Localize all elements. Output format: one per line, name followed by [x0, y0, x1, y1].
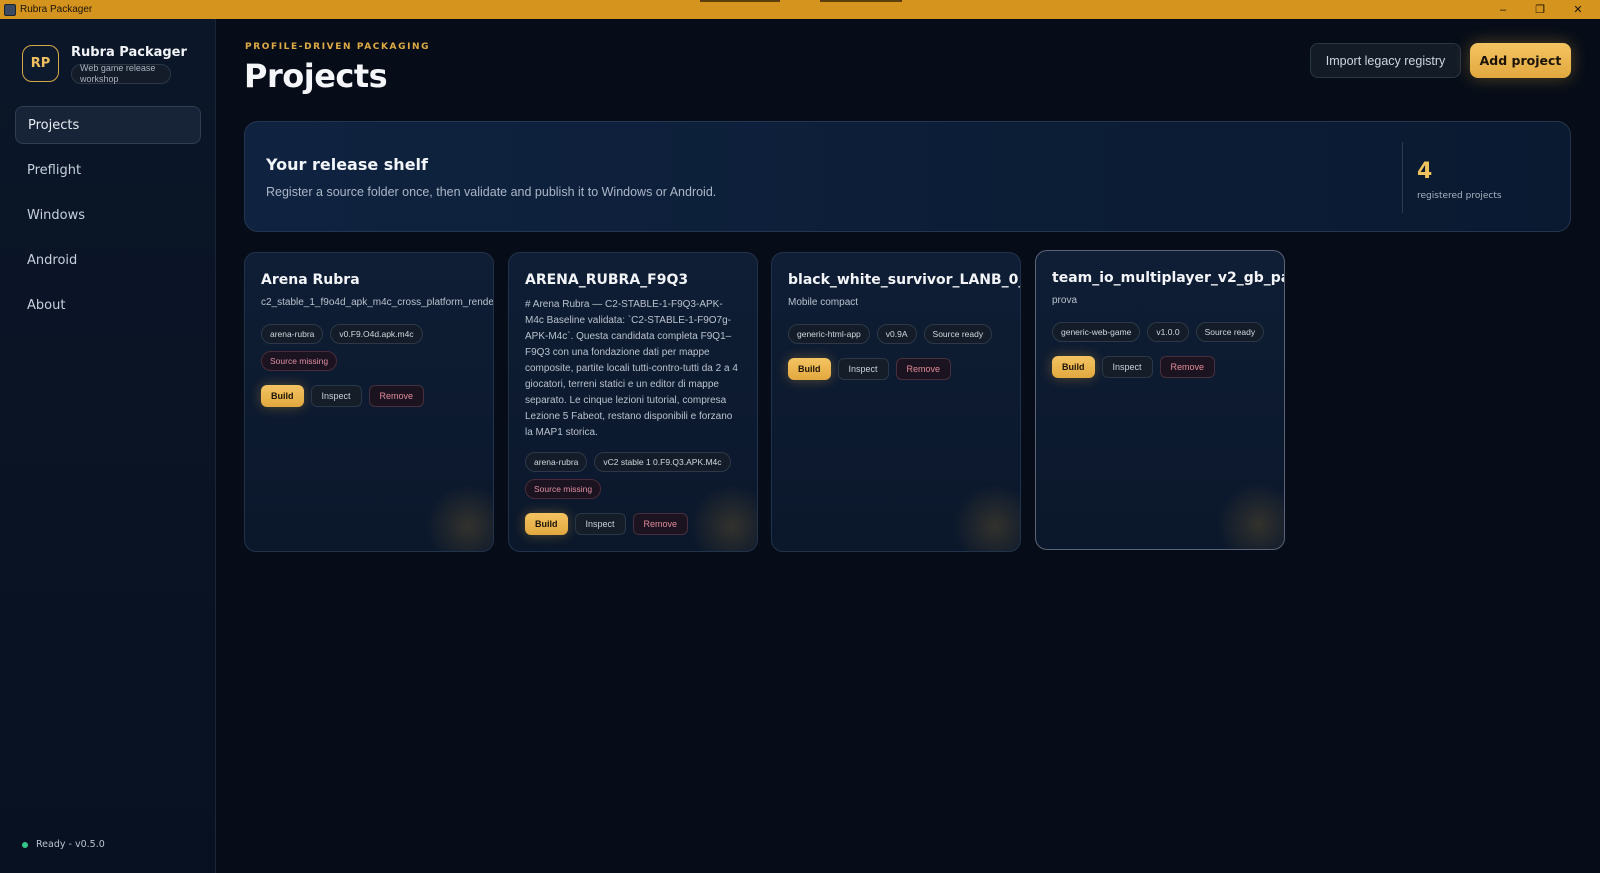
close-icon[interactable]: ✕	[1560, 0, 1596, 19]
project-tags: generic-html-app v0.9A Source ready	[788, 324, 1013, 344]
sidebar-item-projects[interactable]: Projects	[15, 106, 201, 144]
project-tags: arena-rubra v0.F9.O4d.apk.m4c Source mis…	[261, 324, 486, 371]
project-title: team_io_multiplayer_v2_gb_patch	[1052, 270, 1284, 286]
inspect-button[interactable]: Inspect	[574, 513, 626, 535]
project-description: Mobile compact	[788, 297, 859, 308]
project-title: Arena Rubra	[261, 272, 360, 288]
project-actions: Build Inspect Remove	[261, 385, 425, 407]
brand-logo: RP	[22, 45, 59, 82]
version-tag: vC2 stable 1 0.F9.Q3.APK.M4c	[594, 452, 731, 472]
sidebar-item-android[interactable]: Android	[15, 241, 201, 279]
profile-tag: arena-rubra	[261, 324, 324, 344]
sidebar-item-windows[interactable]: Windows	[15, 196, 201, 234]
project-count: 4	[1417, 159, 1433, 184]
project-description: # Arena Rubra — C2-STABLE-1-F9Q3-APK-M4c…	[525, 299, 738, 438]
minimize-icon[interactable]: –	[1485, 0, 1521, 19]
status-badge: Source ready	[1195, 322, 1265, 342]
page-title: Projects	[244, 57, 388, 95]
project-card[interactable]: team_io_multiplayer_v2_gb_patch prova ge…	[1035, 250, 1285, 550]
inspect-button[interactable]: Inspect	[1101, 356, 1153, 378]
build-button[interactable]: Build	[261, 385, 304, 407]
titlebar-drag-mark	[820, 0, 902, 2]
sidebar-item-about[interactable]: About	[15, 286, 201, 324]
maximize-icon[interactable]: ❐	[1522, 0, 1558, 19]
project-card[interactable]: ARENA_RUBRA_F9Q3 # Arena Rubra — C2-STAB…	[508, 252, 758, 552]
project-tags: generic-web-game v1.0.0 Source ready	[1052, 322, 1277, 342]
shelf-divider	[1402, 142, 1403, 213]
status-dot-icon	[22, 841, 28, 848]
project-tags: arena-rubra vC2 stable 1 0.F9.Q3.APK.M4c…	[525, 452, 750, 499]
brand: RP Rubra Packager Web game release works…	[22, 45, 187, 84]
project-actions: Build Inspect Remove	[1052, 356, 1216, 378]
project-actions: Build Inspect Remove	[525, 513, 689, 535]
profile-tag: arena-rubra	[525, 452, 588, 472]
status-badge: Source missing	[261, 351, 338, 371]
project-description: c2_stable_1_f9o4d_apk_m4c_cross_platform…	[261, 297, 493, 308]
version-tag: v0.F9.O4d.apk.m4c	[330, 324, 423, 344]
page-eyebrow: PROFILE-DRIVEN PACKAGING	[245, 42, 431, 52]
project-actions: Build Inspect Remove	[788, 358, 952, 380]
status-indicator: Ready - v0.5.0	[22, 839, 105, 850]
project-title: ARENA_RUBRA_F9Q3	[525, 272, 689, 288]
main-content: PROFILE-DRIVEN PACKAGING Projects Import…	[217, 19, 1600, 873]
sidebar-nav: Projects Preflight Windows Android About	[15, 106, 201, 331]
build-button[interactable]: Build	[1052, 356, 1095, 378]
project-count-label: registered projects	[1417, 191, 1502, 201]
version-tag: v1.0.0	[1147, 322, 1189, 342]
remove-button[interactable]: Remove	[632, 513, 689, 535]
brand-tagline: Web game release workshop	[71, 63, 171, 84]
inspect-button[interactable]: Inspect	[837, 358, 889, 380]
add-project-button[interactable]: Add project	[1470, 43, 1571, 78]
profile-tag: generic-web-game	[1052, 322, 1141, 342]
version-tag: v0.9A	[876, 324, 917, 344]
project-card[interactable]: Arena Rubra c2_stable_1_f9o4d_apk_m4c_cr…	[244, 252, 494, 552]
inspect-button[interactable]: Inspect	[310, 385, 362, 407]
window-title: Rubra Packager	[20, 4, 93, 15]
titlebar-drag-mark	[700, 0, 780, 2]
remove-button[interactable]: Remove	[895, 358, 952, 380]
brand-name: Rubra Packager	[71, 45, 187, 60]
shelf-description: Register a source folder once, then vali…	[266, 185, 717, 199]
release-shelf-panel: Your release shelf Register a source fol…	[244, 121, 1571, 232]
status-badge: Source missing	[525, 479, 602, 499]
profile-tag: generic-html-app	[788, 324, 870, 344]
project-description: prova	[1052, 295, 1078, 306]
project-card[interactable]: black_white_survivor_LANB_0_5B_ Mobile c…	[771, 252, 1021, 552]
remove-button[interactable]: Remove	[368, 385, 425, 407]
import-legacy-registry-button[interactable]: Import legacy registry	[1310, 43, 1461, 78]
window-titlebar[interactable]: Rubra Packager – ❐ ✕	[0, 0, 1600, 19]
build-button[interactable]: Build	[788, 358, 831, 380]
project-title: black_white_survivor_LANB_0_5B_	[788, 272, 1020, 288]
status-badge: Source ready	[923, 324, 993, 344]
remove-button[interactable]: Remove	[1159, 356, 1216, 378]
app-icon	[4, 3, 16, 16]
sidebar: RP Rubra Packager Web game release works…	[0, 19, 216, 873]
shelf-heading: Your release shelf	[266, 155, 428, 174]
status-text: Ready - v0.5.0	[36, 839, 105, 850]
sidebar-item-preflight[interactable]: Preflight	[15, 151, 201, 189]
build-button[interactable]: Build	[525, 513, 568, 535]
